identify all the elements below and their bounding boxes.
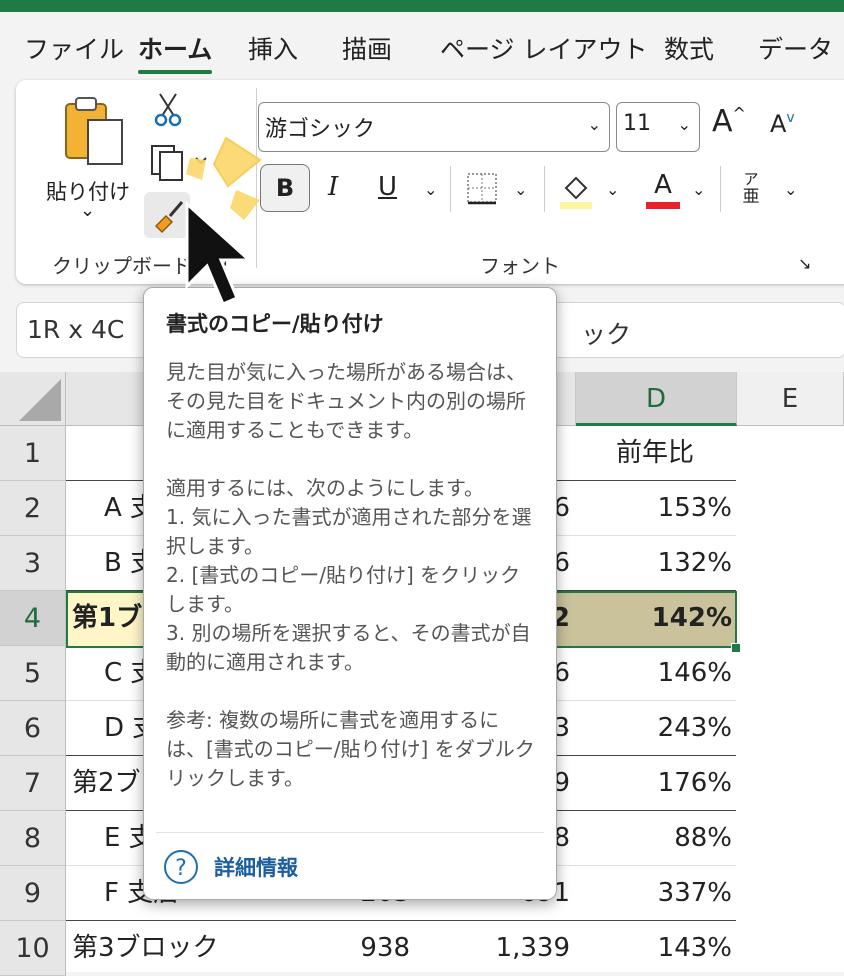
cell[interactable]: 143%: [600, 921, 732, 976]
fill-color-button[interactable]: [558, 172, 594, 210]
borders-chevron-icon[interactable]: ⌄: [514, 180, 527, 199]
grow-font-button[interactable]: A^: [712, 104, 746, 139]
column-header-d[interactable]: D: [576, 372, 737, 426]
font-launcher-icon[interactable]: ↘: [798, 254, 811, 273]
row-header[interactable]: 3: [0, 536, 66, 591]
paste-button[interactable]: 貼り付け ⌄: [46, 90, 136, 230]
tab-page-layout[interactable]: ページ レイアウト: [440, 30, 647, 66]
underline-button[interactable]: U: [378, 172, 397, 202]
row-header[interactable]: 6: [0, 701, 66, 756]
tab-data[interactable]: データ: [758, 30, 833, 66]
shrink-font-letter: A: [770, 110, 787, 138]
row-header[interactable]: 9: [0, 866, 66, 921]
separator: [544, 166, 545, 212]
paste-icon: [65, 97, 123, 165]
fill-handle[interactable]: [731, 643, 741, 653]
chevron-down-icon: ⌄: [587, 115, 601, 134]
row-header[interactable]: 1: [0, 426, 66, 481]
row-header[interactable]: 7: [0, 756, 66, 811]
bold-button[interactable]: B: [260, 164, 310, 212]
phonetic-top-label: ア: [743, 170, 759, 188]
tooltip-step: 2. [書式のコピー/貼り付け] をクリックします。: [166, 563, 521, 616]
tooltip-note: 参考: 複数の場所に書式を適用するには、[書式のコピー/貼り付け] をダブルクリ…: [166, 708, 535, 790]
phonetic-chevron-icon[interactable]: ⌄: [784, 180, 797, 199]
font-color-bar: [646, 202, 680, 209]
font-name-select[interactable]: 游ゴシック ⌄: [258, 102, 610, 152]
phonetic-bottom-label: 亜: [742, 187, 760, 207]
cell[interactable]: 前年比: [600, 426, 710, 481]
cell[interactable]: 第2ブ: [72, 756, 152, 811]
separator: [450, 166, 451, 212]
tooltip-step: 3. 別の場所を選択すると、その書式が自動的に適用されます。: [166, 621, 531, 674]
row-header[interactable]: 10: [0, 921, 66, 976]
font-color-chevron-icon[interactable]: ⌄: [692, 180, 705, 199]
font-color-letter: A: [654, 170, 672, 200]
active-tab-indicator: [138, 70, 212, 74]
font-color-button[interactable]: A: [646, 170, 680, 210]
phonetic-button[interactable]: ア 亜: [736, 170, 766, 214]
column-header-e[interactable]: E: [737, 372, 844, 426]
ribbon-home: 貼り付け ⌄ クリップボード ↘ 游ゴシック ⌄ 11 ⌄: [16, 80, 844, 284]
mouse-cursor-icon: [185, 200, 253, 306]
cell[interactable]: 132%: [600, 536, 732, 591]
ribbon-tabs: ファイル ホーム 挿入 描画 ページ レイアウト 数式 データ: [0, 12, 844, 78]
paint-bucket-icon: [560, 176, 592, 209]
cell[interactable]: 153%: [600, 481, 732, 536]
row-header[interactable]: 4: [0, 591, 66, 646]
tooltip-step: 1. 気に入った書式が適用された部分を選択します。: [166, 505, 532, 558]
cell[interactable]: 1,339: [470, 921, 570, 976]
tooltip-paragraph: 適用するには、次のようにします。: [166, 476, 484, 500]
paste-chevron-icon[interactable]: ⌄: [80, 200, 95, 221]
cell[interactable]: 243%: [600, 701, 732, 756]
tab-formulas[interactable]: 数式: [664, 30, 714, 66]
tab-insert[interactable]: 挿入: [248, 30, 298, 66]
title-bar: [0, 0, 844, 12]
borders-icon: [467, 173, 497, 205]
help-icon[interactable]: ?: [164, 850, 198, 884]
font-size-value: 11: [623, 111, 651, 136]
scissors-icon: [154, 93, 182, 127]
tab-draw[interactable]: 描画: [342, 30, 392, 66]
font-size-select[interactable]: 11 ⌄: [616, 102, 700, 152]
format-painter-tooltip: 書式のコピー/貼り付け 見た目が気に入った場所がある場合は、その見た目をドキュメ…: [143, 287, 557, 900]
separator: [720, 166, 721, 212]
cell[interactable]: 146%: [600, 646, 732, 701]
italic-button[interactable]: I: [328, 172, 338, 202]
fill-color-chevron-icon[interactable]: ⌄: [606, 180, 619, 199]
cell[interactable]: 88%: [600, 811, 732, 866]
formula-input[interactable]: ック: [581, 315, 631, 351]
clipboard-group-label: クリップボード: [52, 254, 192, 278]
tab-file[interactable]: ファイル: [24, 30, 124, 66]
tooltip-paragraph: 見た目が気に入った場所がある場合は、その見た目をドキュメント内の別の場所に適用す…: [166, 360, 526, 442]
cell[interactable]: 337%: [600, 866, 732, 921]
tab-home[interactable]: ホーム: [138, 30, 212, 66]
cut-button[interactable]: [152, 90, 184, 128]
cell[interactable]: 176%: [600, 756, 732, 811]
cell[interactable]: 第3ブロック: [72, 921, 272, 976]
chevron-down-icon: ⌄: [677, 115, 691, 134]
borders-button[interactable]: [466, 172, 498, 206]
tooltip-divider: [156, 832, 544, 833]
cell[interactable]: 938: [330, 921, 410, 976]
row-header[interactable]: 2: [0, 481, 66, 536]
font-name-value: 游ゴシック: [265, 117, 376, 142]
font-group-label: フォント: [480, 254, 560, 278]
shrink-font-button[interactable]: Av: [770, 110, 795, 138]
name-box[interactable]: 1R x 4C: [27, 315, 124, 344]
row-header[interactable]: 8: [0, 811, 66, 866]
underline-chevron-icon[interactable]: ⌄: [424, 180, 437, 199]
select-all-corner[interactable]: [0, 372, 66, 426]
more-info-link[interactable]: 詳細情報: [214, 852, 298, 882]
row-header[interactable]: 5: [0, 646, 66, 701]
grow-font-letter: A: [712, 104, 733, 139]
tooltip-body: 見た目が気に入った場所がある場合は、その見た目をドキュメント内の別の場所に適用す…: [166, 358, 536, 793]
